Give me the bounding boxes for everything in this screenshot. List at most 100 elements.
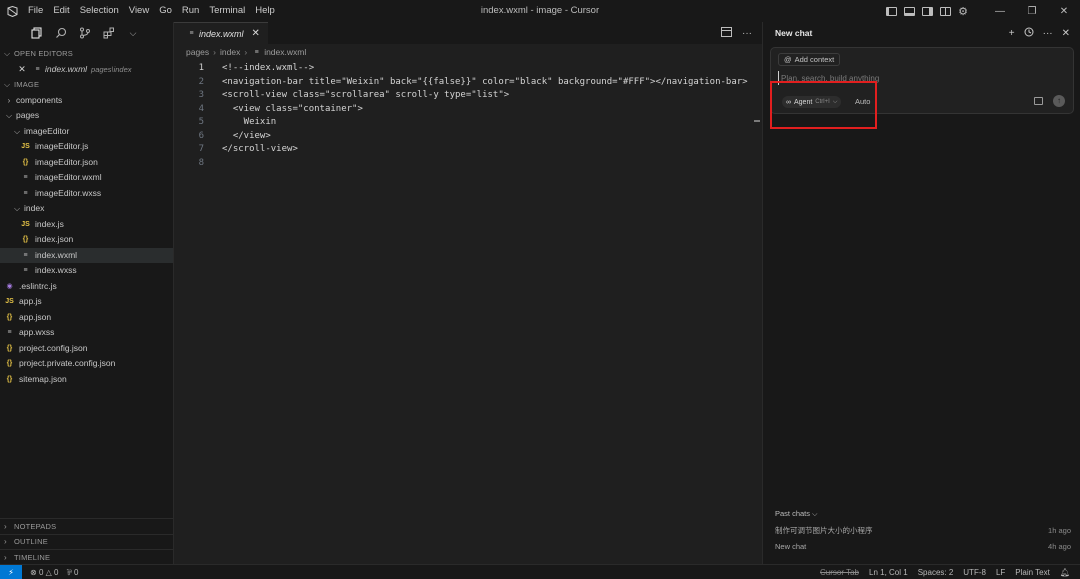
cursor-position[interactable]: Ln 1, Col 1	[869, 568, 908, 577]
tree-folder[interactable]: › components	[0, 93, 173, 109]
more-actions-icon[interactable]: ···	[742, 28, 752, 39]
tab-label: index.wxml	[199, 28, 244, 39]
open-editor-item[interactable]: ✕ ≡ index.wxml pages\index	[0, 62, 173, 78]
close-button[interactable]: ✕	[1048, 0, 1080, 22]
code-line[interactable]: 1 <!--index.wxml-->	[174, 62, 762, 76]
chat-input[interactable]	[778, 71, 1058, 85]
code-line[interactable]: 3 <scroll-view class="scrollarea" scroll-…	[174, 89, 762, 103]
bell-icon[interactable]: 🔔︎	[1060, 568, 1070, 577]
tree-file[interactable]: ≡ imageEditor.wxss	[0, 186, 173, 202]
tree-file[interactable]: JS app.js	[0, 294, 173, 310]
tree-file[interactable]: {} app.json	[0, 310, 173, 326]
remote-indicator-icon[interactable]: ⚡	[0, 565, 22, 579]
plus-icon[interactable]: +	[1009, 28, 1015, 39]
menu-item-view[interactable]: View	[125, 0, 153, 22]
tree-file[interactable]: ≡ index.wxss	[0, 263, 173, 279]
history-icon[interactable]	[1024, 27, 1034, 40]
tree-folder[interactable]: ⌵ pages	[0, 108, 173, 124]
tree-file[interactable]: ◉ .eslintrc.js	[0, 279, 173, 295]
toggle-panel-icon[interactable]	[900, 0, 918, 22]
menu-item-run[interactable]: Run	[178, 0, 203, 22]
project-label: IMAGE	[14, 80, 40, 89]
tree-folder[interactable]: ⌵ imageEditor	[0, 124, 173, 140]
open-editors-header[interactable]: ⌵ OPEN EDITORS	[0, 46, 173, 62]
json-file-icon: {}	[6, 344, 13, 352]
add-context-button[interactable]: @ Add context	[778, 53, 841, 66]
language-mode[interactable]: Plain Text	[1015, 568, 1050, 577]
customize-layout-icon[interactable]	[936, 0, 954, 22]
agent-mode-selector[interactable]: ∞ Agent Ctrl+I ⌵	[782, 96, 842, 108]
search-icon[interactable]	[54, 26, 68, 40]
ports-indicator[interactable]: ⅌ 0	[66, 567, 78, 578]
split-editor-icon[interactable]	[721, 26, 732, 40]
js-file-icon: JS	[21, 143, 30, 150]
problems-indicator[interactable]: ⊗ 0 △ 0	[30, 568, 58, 577]
code-line[interactable]: 8	[174, 157, 762, 171]
chevron-down-icon[interactable]: ⌵	[126, 26, 140, 40]
minimize-button[interactable]: —	[984, 0, 1016, 22]
project-header[interactable]: ⌵ IMAGE	[0, 77, 173, 93]
code-line[interactable]: 7 </scroll-view>	[174, 143, 762, 157]
code-line[interactable]: 2 <navigation-bar title="Weixin" back="{{…	[174, 76, 762, 90]
tree-item-label: imageEditor.wxss	[35, 187, 102, 198]
menu-item-terminal[interactable]: Terminal	[205, 0, 249, 22]
menu-item-selection[interactable]: Selection	[76, 0, 123, 22]
tree-file[interactable]: {} project.private.config.json	[0, 356, 173, 372]
model-selector[interactable]: Auto	[855, 96, 870, 108]
tab-index-wxml[interactable]: ≡ index.wxml ✕	[174, 22, 268, 44]
code-line[interactable]: 5 Weixin	[174, 116, 762, 130]
tree-item-label: index.wxml	[35, 249, 78, 260]
tree-file[interactable]: ≡ imageEditor.wxml	[0, 170, 173, 186]
code-editor[interactable]: 1 <!--index.wxml--> 2 <navigation-bar title…	[174, 60, 762, 170]
at-icon: @	[784, 55, 792, 64]
code-line[interactable]: 6 </view>	[174, 130, 762, 144]
toggle-secondary-sidebar-icon[interactable]	[918, 0, 936, 22]
tree-folder[interactable]: ⌵ index	[0, 201, 173, 217]
past-chat-item[interactable]: New chat 4h ago	[775, 539, 1071, 555]
close-icon[interactable]: ✕	[252, 28, 260, 39]
tree-file[interactable]: {} imageEditor.json	[0, 155, 173, 171]
section-notepads[interactable]: › NOTEPADS	[0, 518, 174, 534]
tree-file[interactable]: JS index.js	[0, 217, 173, 233]
breadcrumb-item[interactable]: index.wxml	[264, 47, 306, 57]
files-icon[interactable]	[30, 26, 44, 40]
tree-file[interactable]: {} project.config.json	[0, 341, 173, 357]
past-chats-header[interactable]: Past chats ⌵	[775, 508, 1071, 520]
tree-file[interactable]: JS imageEditor.js	[0, 139, 173, 155]
close-icon[interactable]: ✕	[1062, 28, 1070, 39]
section-outline[interactable]: › OUTLINE	[0, 533, 174, 550]
encoding-status[interactable]: UTF-8	[963, 568, 986, 577]
source-control-icon[interactable]	[78, 26, 92, 40]
eol-status[interactable]: LF	[996, 568, 1005, 577]
toggle-primary-sidebar-icon[interactable]	[882, 0, 900, 22]
status-right: Cursor Tab Ln 1, Col 1 Spaces: 2 UTF-8 L…	[820, 565, 1070, 579]
send-icon[interactable]: ↑	[1053, 95, 1065, 107]
menu-item-go[interactable]: Go	[155, 0, 176, 22]
cursor-tab-status[interactable]: Cursor Tab	[820, 568, 859, 577]
settings-icon[interactable]: ⚙	[954, 0, 972, 22]
more-actions-icon[interactable]: ···	[1043, 28, 1053, 39]
tree-file[interactable]: ≡ app.wxss	[0, 325, 173, 341]
chat-title: New chat	[775, 28, 813, 38]
indentation-status[interactable]: Spaces: 2	[918, 568, 954, 577]
tree-file[interactable]: ≡ index.wxml	[0, 247, 173, 263]
code-text: </scroll-view>	[222, 144, 298, 154]
menu-item-file[interactable]: File	[24, 0, 47, 22]
extensions-icon[interactable]	[102, 26, 116, 40]
close-icon[interactable]: ✕	[16, 62, 28, 78]
code-line[interactable]: 4 <view class="container">	[174, 103, 762, 117]
tree-file[interactable]: {} sitemap.json	[0, 372, 173, 388]
line-number: 3	[198, 90, 204, 100]
menu-item-edit[interactable]: Edit	[49, 0, 73, 22]
breadcrumb-item[interactable]: pages	[186, 47, 209, 57]
agent-label: Agent	[794, 98, 813, 106]
menu-item-help[interactable]: Help	[251, 0, 279, 22]
json-file-icon: {}	[22, 158, 29, 166]
tree-file[interactable]: {} index.json	[0, 232, 173, 248]
image-icon[interactable]	[1034, 97, 1043, 105]
section-timeline[interactable]: › TIMELINE	[0, 549, 174, 565]
breadcrumb-item[interactable]: index	[220, 47, 240, 57]
past-chat-item[interactable]: 制作可调节图片大小的小程序 1h ago	[775, 523, 1071, 539]
restore-button[interactable]: ❐	[1016, 0, 1048, 22]
tree-item-label: index	[24, 203, 45, 213]
